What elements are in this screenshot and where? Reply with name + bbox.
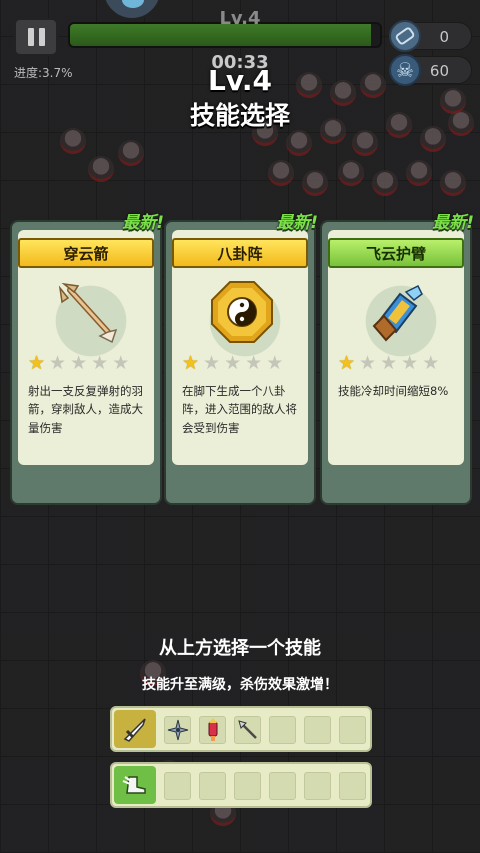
star-rating: ★ ★ ★ ★ ★ bbox=[182, 354, 283, 373]
kill-count: 60 bbox=[429, 62, 449, 80]
skill-name-banner: 穿云箭 bbox=[18, 238, 154, 268]
passive-slots bbox=[110, 762, 372, 808]
skill-name-banner: 飞云护臂 bbox=[328, 238, 464, 268]
weapon-slot-3 bbox=[234, 716, 261, 744]
coin-counter: 0 bbox=[389, 20, 472, 52]
star-filled-icon: ★ bbox=[28, 352, 46, 374]
passive-slot-3 bbox=[234, 772, 261, 800]
skill-card-2[interactable]: 八卦阵 ★ ★ ★ ★ ★ 在脚下生成一个八卦阵，进入范围的敌人将会受到伤害 最新! bbox=[164, 213, 318, 505]
coin-icon bbox=[389, 20, 421, 52]
star-rating: ★ ★ ★ ★ ★ bbox=[338, 354, 439, 373]
coin-count: 0 bbox=[439, 28, 449, 46]
star-empty-icon: ★ bbox=[91, 352, 109, 374]
new-badge: 最新! bbox=[432, 213, 474, 233]
pause-button[interactable] bbox=[14, 18, 58, 56]
skill-select-title: 技能选择 bbox=[189, 101, 290, 130]
passive-slot-4 bbox=[269, 772, 296, 800]
skill-description: 技能冷却时间缩短8% bbox=[338, 384, 449, 398]
skill-card-1[interactable]: 穿云箭 ★ ★ ★ ★ ★ 射出一支反复弹射的羽箭，穿刺敌人，造成大量伤害 最新! bbox=[10, 213, 164, 505]
skill-description: 射出一支反复弹射的羽箭，穿刺敌人，造成大量伤害 bbox=[28, 384, 143, 435]
skull-icon bbox=[389, 54, 421, 86]
skill-card-3[interactable]: 飞云护臂 ★ ★ ★ ★ ★ 技能冷却时间缩短8% 最新! bbox=[320, 213, 474, 505]
passive-slot-2 bbox=[199, 772, 226, 800]
weapon-slot-5 bbox=[304, 716, 331, 744]
star-empty-icon: ★ bbox=[70, 352, 88, 374]
progress-text: 进度:3.7% bbox=[14, 66, 73, 80]
star-filled-icon: ★ bbox=[182, 352, 200, 374]
choose-skill-hint: 从上方选择一个技能 bbox=[159, 638, 321, 659]
star-empty-icon: ★ bbox=[359, 352, 377, 374]
star-empty-icon: ★ bbox=[422, 352, 440, 374]
star-filled-icon: ★ bbox=[338, 352, 356, 374]
max-level-hint: 技能升至满级，杀伤效果激增！ bbox=[142, 677, 338, 693]
bracer-icon bbox=[372, 284, 423, 342]
spear-icon bbox=[237, 720, 257, 739]
winged-boot-icon bbox=[114, 766, 156, 804]
firework-icon bbox=[208, 718, 217, 741]
weapon-slot-6 bbox=[339, 716, 366, 744]
passive-slot-5 bbox=[304, 772, 331, 800]
star-empty-icon: ★ bbox=[224, 352, 242, 374]
passive-slot-1 bbox=[164, 772, 191, 800]
star-rating: ★ ★ ★ ★ ★ bbox=[28, 354, 129, 373]
shuriken-icon bbox=[167, 719, 188, 741]
skill-name-banner: 八卦阵 bbox=[172, 238, 308, 268]
sword-icon bbox=[114, 710, 156, 748]
new-badge: 最新! bbox=[276, 213, 318, 233]
weapon-slot-4 bbox=[269, 716, 296, 744]
bagua-icon bbox=[211, 281, 273, 343]
passive-slot-6 bbox=[339, 772, 366, 800]
arrow-icon bbox=[58, 282, 118, 344]
kill-counter: 60 bbox=[389, 54, 472, 86]
level-title: Lv.4 bbox=[208, 64, 272, 97]
star-empty-icon: ★ bbox=[245, 352, 263, 374]
star-empty-icon: ★ bbox=[49, 352, 67, 374]
star-empty-icon: ★ bbox=[266, 352, 284, 374]
star-empty-icon: ★ bbox=[203, 352, 221, 374]
star-empty-icon: ★ bbox=[380, 352, 398, 374]
pause-icon bbox=[27, 28, 34, 46]
weapon-slot-1 bbox=[164, 716, 191, 744]
weapon-slots bbox=[110, 706, 372, 752]
star-empty-icon: ★ bbox=[112, 352, 130, 374]
new-badge: 最新! bbox=[122, 213, 164, 233]
star-empty-icon: ★ bbox=[401, 352, 419, 374]
hud-level: Lv.4 bbox=[219, 8, 261, 29]
weapon-slot-2 bbox=[199, 716, 226, 744]
skill-description: 在脚下生成一个八卦阵，进入范围的敌人将会受到伤害 bbox=[182, 384, 297, 435]
